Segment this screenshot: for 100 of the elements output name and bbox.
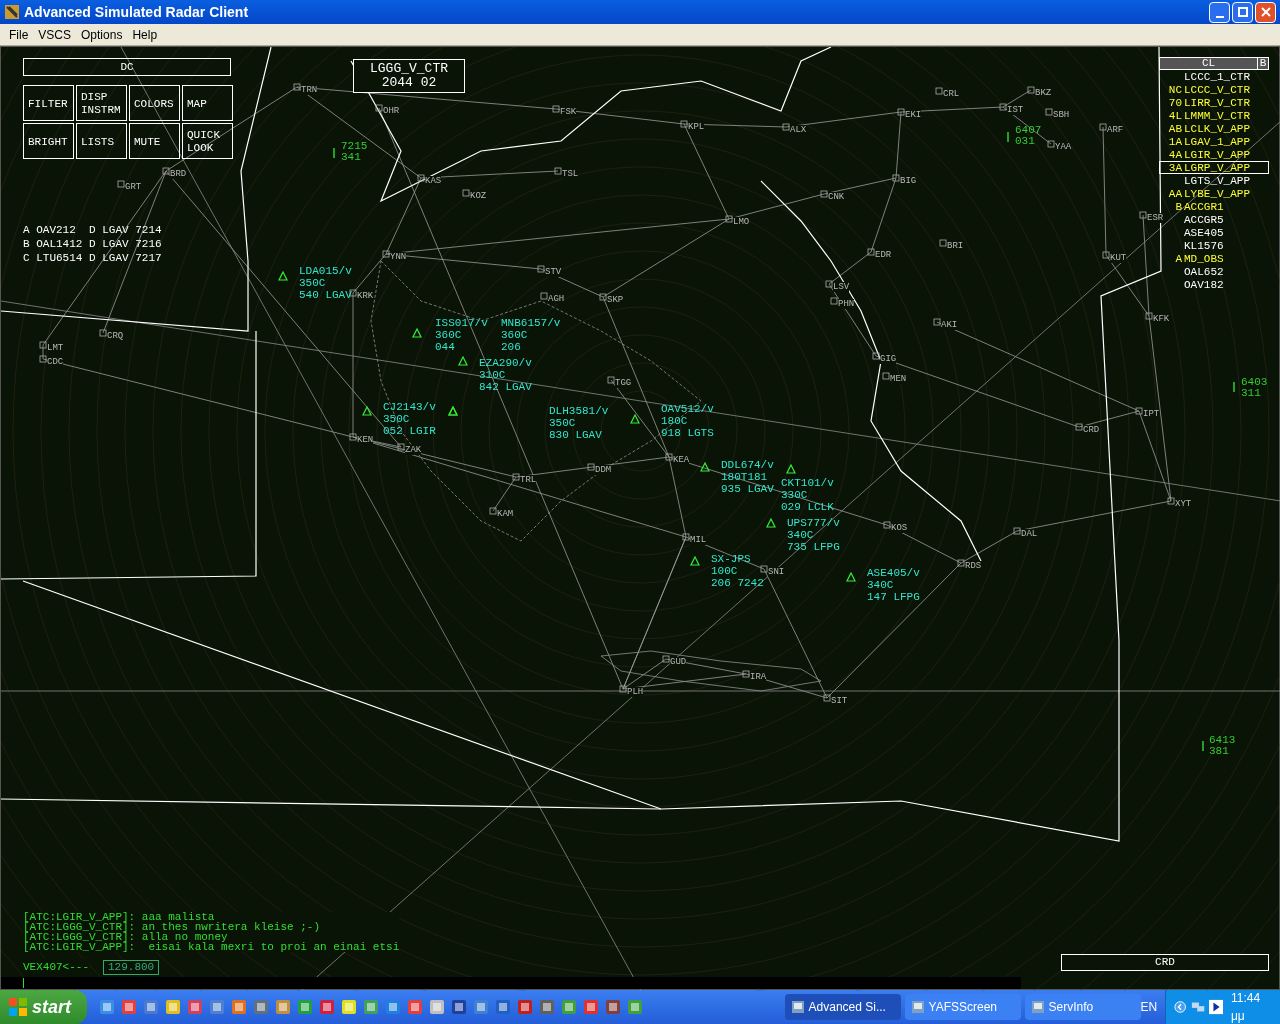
quick-launch-icon[interactable] (253, 999, 270, 1015)
quick-launch-icon[interactable] (319, 999, 336, 1015)
controller-prefix: 3A (1168, 162, 1182, 174)
fix-label: MEN (890, 374, 907, 384)
aircraft-data-block[interactable]: EZA290/v 310C 842 LGAV (479, 357, 532, 393)
fix-label: GIG (880, 354, 897, 364)
aircraft-data-block[interactable]: SX-JPS 100C 206 7242 (711, 553, 764, 589)
taskbar-window-button[interactable]: YAFSScreen (904, 994, 1021, 1020)
taskbar-window-button[interactable]: ServInfo (1024, 994, 1141, 1020)
play-icon[interactable] (1208, 999, 1223, 1015)
controller-callsign: ASE405 (1184, 227, 1224, 238)
controller-list-row[interactable]: 1A LGAV_1_APP (1159, 135, 1269, 148)
aircraft-data-block[interactable]: LDA015/v 350C 540 LGAV (299, 265, 352, 301)
display-control-button[interactable]: DISP INSTRM (76, 85, 127, 121)
quick-launch-icon[interactable] (627, 999, 644, 1015)
close-button[interactable] (1255, 1, 1276, 23)
menu-item[interactable]: File (4, 25, 34, 44)
display-control-button[interactable]: COLORS (129, 85, 180, 121)
menu-item[interactable]: VSCS (33, 25, 77, 44)
quick-launch-icon[interactable] (583, 999, 600, 1015)
display-control-button[interactable]: QUICK LOOK (182, 123, 233, 159)
aircraft-data-block[interactable]: MNB6157/v 360C 206 (501, 317, 561, 353)
display-control-button[interactable]: MAP (182, 85, 233, 121)
start-button[interactable]: start (0, 990, 88, 1024)
controller-list-row[interactable]: AB LCLK_V_APP (1159, 122, 1269, 135)
fix-label: OHR (383, 106, 400, 116)
command-input-field[interactable] (1, 977, 1021, 989)
aircraft-data-block[interactable]: OAV512/v 180C 918 LGTS (661, 403, 714, 439)
altitude-readout: 341 (341, 152, 362, 163)
quick-launch-icon[interactable] (451, 999, 468, 1015)
data-block-line: 206 7242 (711, 577, 764, 589)
controller-list-row[interactable]: OAV182 (1159, 278, 1269, 291)
fix-label: ARF (1107, 125, 1124, 135)
display-control-button[interactable]: MUTE (129, 123, 180, 159)
quick-launch-icon[interactable] (297, 999, 314, 1015)
fix-label: TRN (301, 85, 318, 95)
data-block-line: SX-JPS (711, 553, 752, 565)
quick-launch-icon[interactable] (363, 999, 380, 1015)
data-block-line: 935 LGAV (721, 483, 774, 495)
controller-list-row[interactable]: ASE405 (1159, 226, 1269, 239)
controller-list-row[interactable]: 3A LGRP_V_APP (1159, 161, 1269, 174)
aircraft-data-block[interactable]: UPS777/v 340C 735 LFPG (787, 517, 840, 553)
quick-launch-icon[interactable] (231, 999, 248, 1015)
language-indicator[interactable]: EN (1140, 998, 1166, 1016)
quick-launch-icon[interactable] (605, 999, 622, 1015)
quick-launch-icon[interactable] (473, 999, 490, 1015)
aircraft-target-icon (412, 328, 422, 338)
controller-list-row[interactable]: 70 LIRR_V_CTR (1159, 96, 1269, 109)
quick-launch-icon[interactable] (275, 999, 292, 1015)
controller-list-row[interactable]: KL1576 (1159, 239, 1269, 252)
aircraft-target-icon (846, 572, 856, 582)
controller-callsign: ACCGR1 (1184, 201, 1224, 212)
fix-label: TRL (520, 475, 537, 485)
quick-launch-icon[interactable] (517, 999, 534, 1015)
quick-launch-icon[interactable] (165, 999, 182, 1015)
quick-launch-icon[interactable] (121, 999, 138, 1015)
fix-label: BRI (947, 241, 964, 251)
quick-launch-icon[interactable] (561, 999, 578, 1015)
controller-list-row[interactable]: 4A LGIR_V_APP (1159, 148, 1269, 161)
display-control-button[interactable]: FILTER (23, 85, 74, 121)
fix-label: BIG (900, 176, 917, 186)
taskbar-window-button[interactable]: Advanced Si... (784, 994, 901, 1020)
quick-launch-icon[interactable] (209, 999, 226, 1015)
quick-launch-icon[interactable] (429, 999, 446, 1015)
fix-label: EDR (875, 250, 892, 260)
aircraft-target-icon (630, 414, 640, 424)
controller-list-row[interactable]: OAL652 (1159, 265, 1269, 278)
display-control-button[interactable]: LISTS (76, 123, 127, 159)
quick-launch-icon[interactable] (539, 999, 556, 1015)
controller-list-row[interactable]: B ACCGR1 (1159, 200, 1269, 213)
quick-launch-icon[interactable] (495, 999, 512, 1015)
quick-launch-icon[interactable] (385, 999, 402, 1015)
menu-item[interactable]: Help (127, 25, 163, 44)
controller-callsign: LCLK_V_APP (1184, 123, 1250, 134)
fix-label: ALX (790, 125, 807, 135)
menu-item[interactable]: Options (76, 25, 128, 44)
aircraft-data-block[interactable]: CJ2143/v 350C 052 LGIR (383, 401, 436, 437)
data-block-line: CKT101/v (781, 477, 834, 489)
controller-list-row[interactable]: 4L LMMM_V_CTR (1159, 109, 1269, 122)
chevron-left-icon[interactable] (1174, 1000, 1187, 1014)
aircraft-data-block[interactable]: CKT101/v 330C 029 LCLK (781, 477, 834, 513)
maximize-button[interactable] (1232, 1, 1253, 23)
controller-list-row[interactable]: LGTS_V_APP (1159, 174, 1269, 187)
minimize-button[interactable] (1209, 1, 1230, 23)
target-icon (332, 148, 336, 158)
aircraft-data-block[interactable]: DLH3581/v 350C 830 LGAV (549, 405, 609, 441)
aircraft-data-block[interactable]: ASE405/v 340C 147 LFPG (867, 567, 920, 603)
quick-launch-icon[interactable] (341, 999, 358, 1015)
controller-list-row[interactable]: AA LYBE_V_APP (1159, 187, 1269, 200)
aircraft-data-block[interactable]: DDL674/v 180T181 935 LGAV (721, 459, 774, 495)
controller-list-row[interactable]: A MD_OBS (1159, 252, 1269, 265)
fix-label: DAL (1021, 529, 1038, 539)
display-control-button[interactable]: BRIGHT (23, 123, 74, 159)
quick-launch-icon[interactable] (187, 999, 204, 1015)
quick-launch-icon[interactable] (99, 999, 116, 1015)
aircraft-data-block[interactable]: ISS017/v 360C 044 (435, 317, 488, 353)
quick-launch-icon[interactable] (143, 999, 160, 1015)
controller-list-row[interactable]: LCCC_1_CTR (1159, 70, 1269, 83)
quick-launch-icon[interactable] (407, 999, 424, 1015)
controller-list-row[interactable]: NC LCCC_V_CTR (1159, 83, 1269, 96)
